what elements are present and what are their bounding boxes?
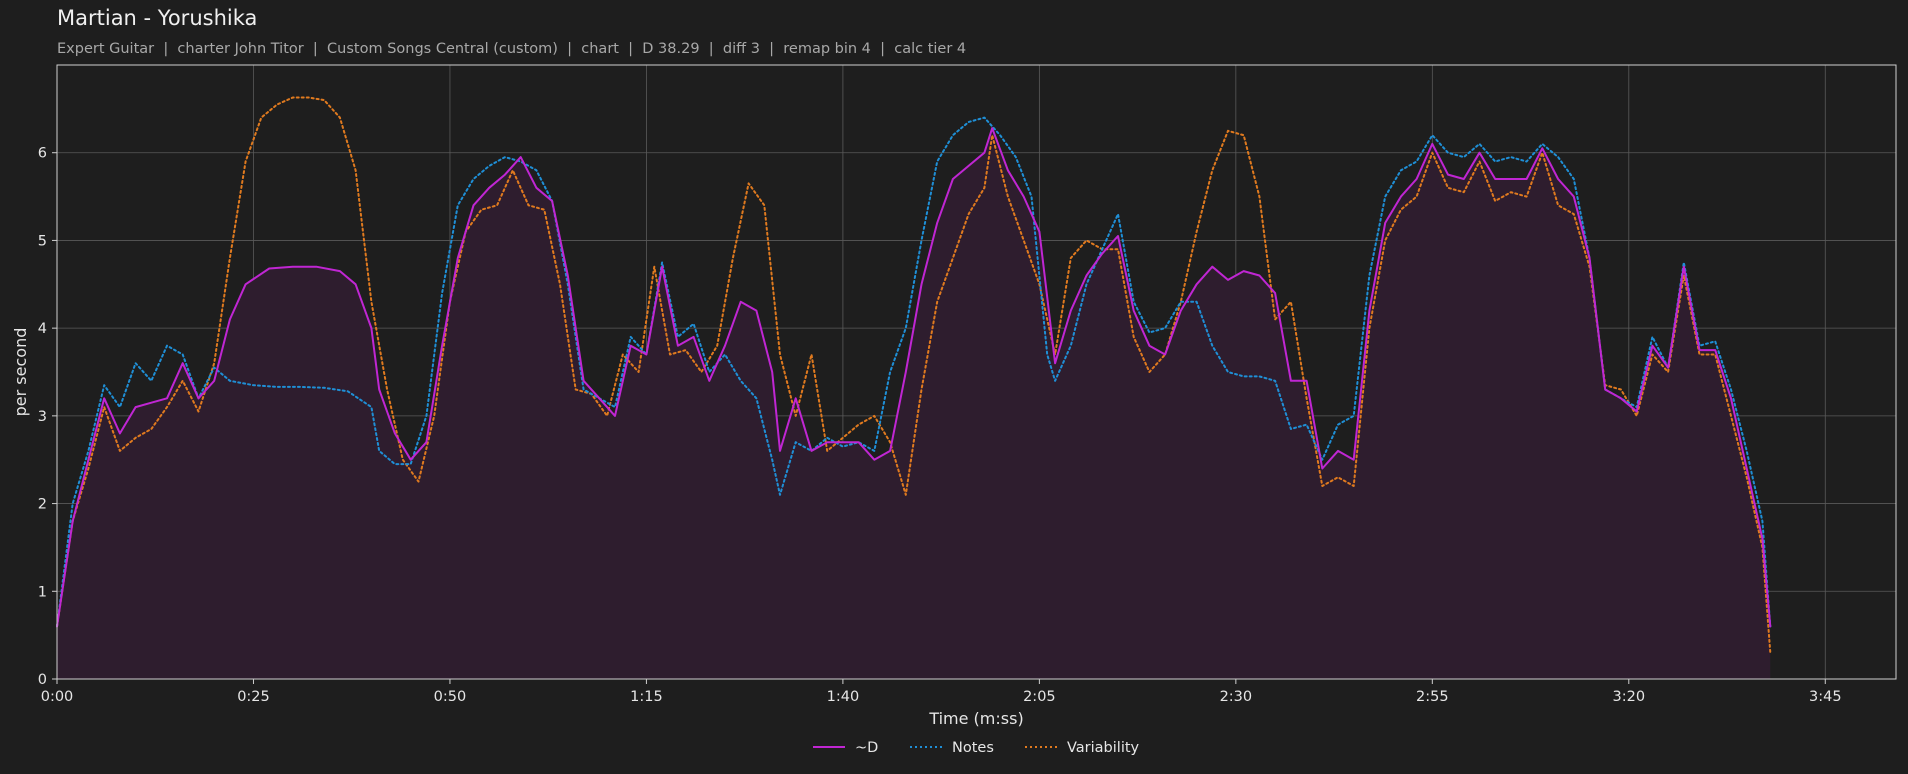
x-tick-label: 0:25 (237, 689, 270, 705)
y-tick-label: 4 (38, 321, 47, 337)
y-axis-label: per second (11, 328, 30, 417)
y-tick-label: 6 (38, 146, 47, 162)
legend-label-notes: Notes (952, 740, 994, 756)
legend-label-variability: Variability (1067, 740, 1140, 756)
x-tick-label: 2:30 (1220, 689, 1253, 705)
x-tick-label: 1:40 (827, 689, 860, 705)
x-axis-label: Time (m:ss) (928, 709, 1023, 728)
x-tick-label: 3:20 (1613, 689, 1646, 705)
legend-label-d: ~D (855, 740, 878, 756)
y-tick-label: 0 (38, 672, 47, 688)
x-tick-label: 0:00 (41, 689, 74, 705)
y-tick-label: 2 (38, 497, 47, 513)
x-tick-label: 1:15 (630, 689, 663, 705)
line-chart: 0:00 0:25 0:50 1:15 1:40 2:05 2:30 2:55 3:20 3:45… (11, 64, 1897, 756)
y-tick-label: 5 (38, 233, 47, 249)
x-tick-label: 0:50 (434, 689, 467, 705)
series-d-area (57, 128, 1771, 679)
x-tick-label: 2:05 (1023, 689, 1056, 705)
x-tick-label: 2:55 (1416, 689, 1449, 705)
y-tick-label: 1 (38, 584, 47, 600)
x-tick-label: 3:45 (1809, 689, 1842, 705)
y-tick-label: 3 (38, 409, 47, 425)
